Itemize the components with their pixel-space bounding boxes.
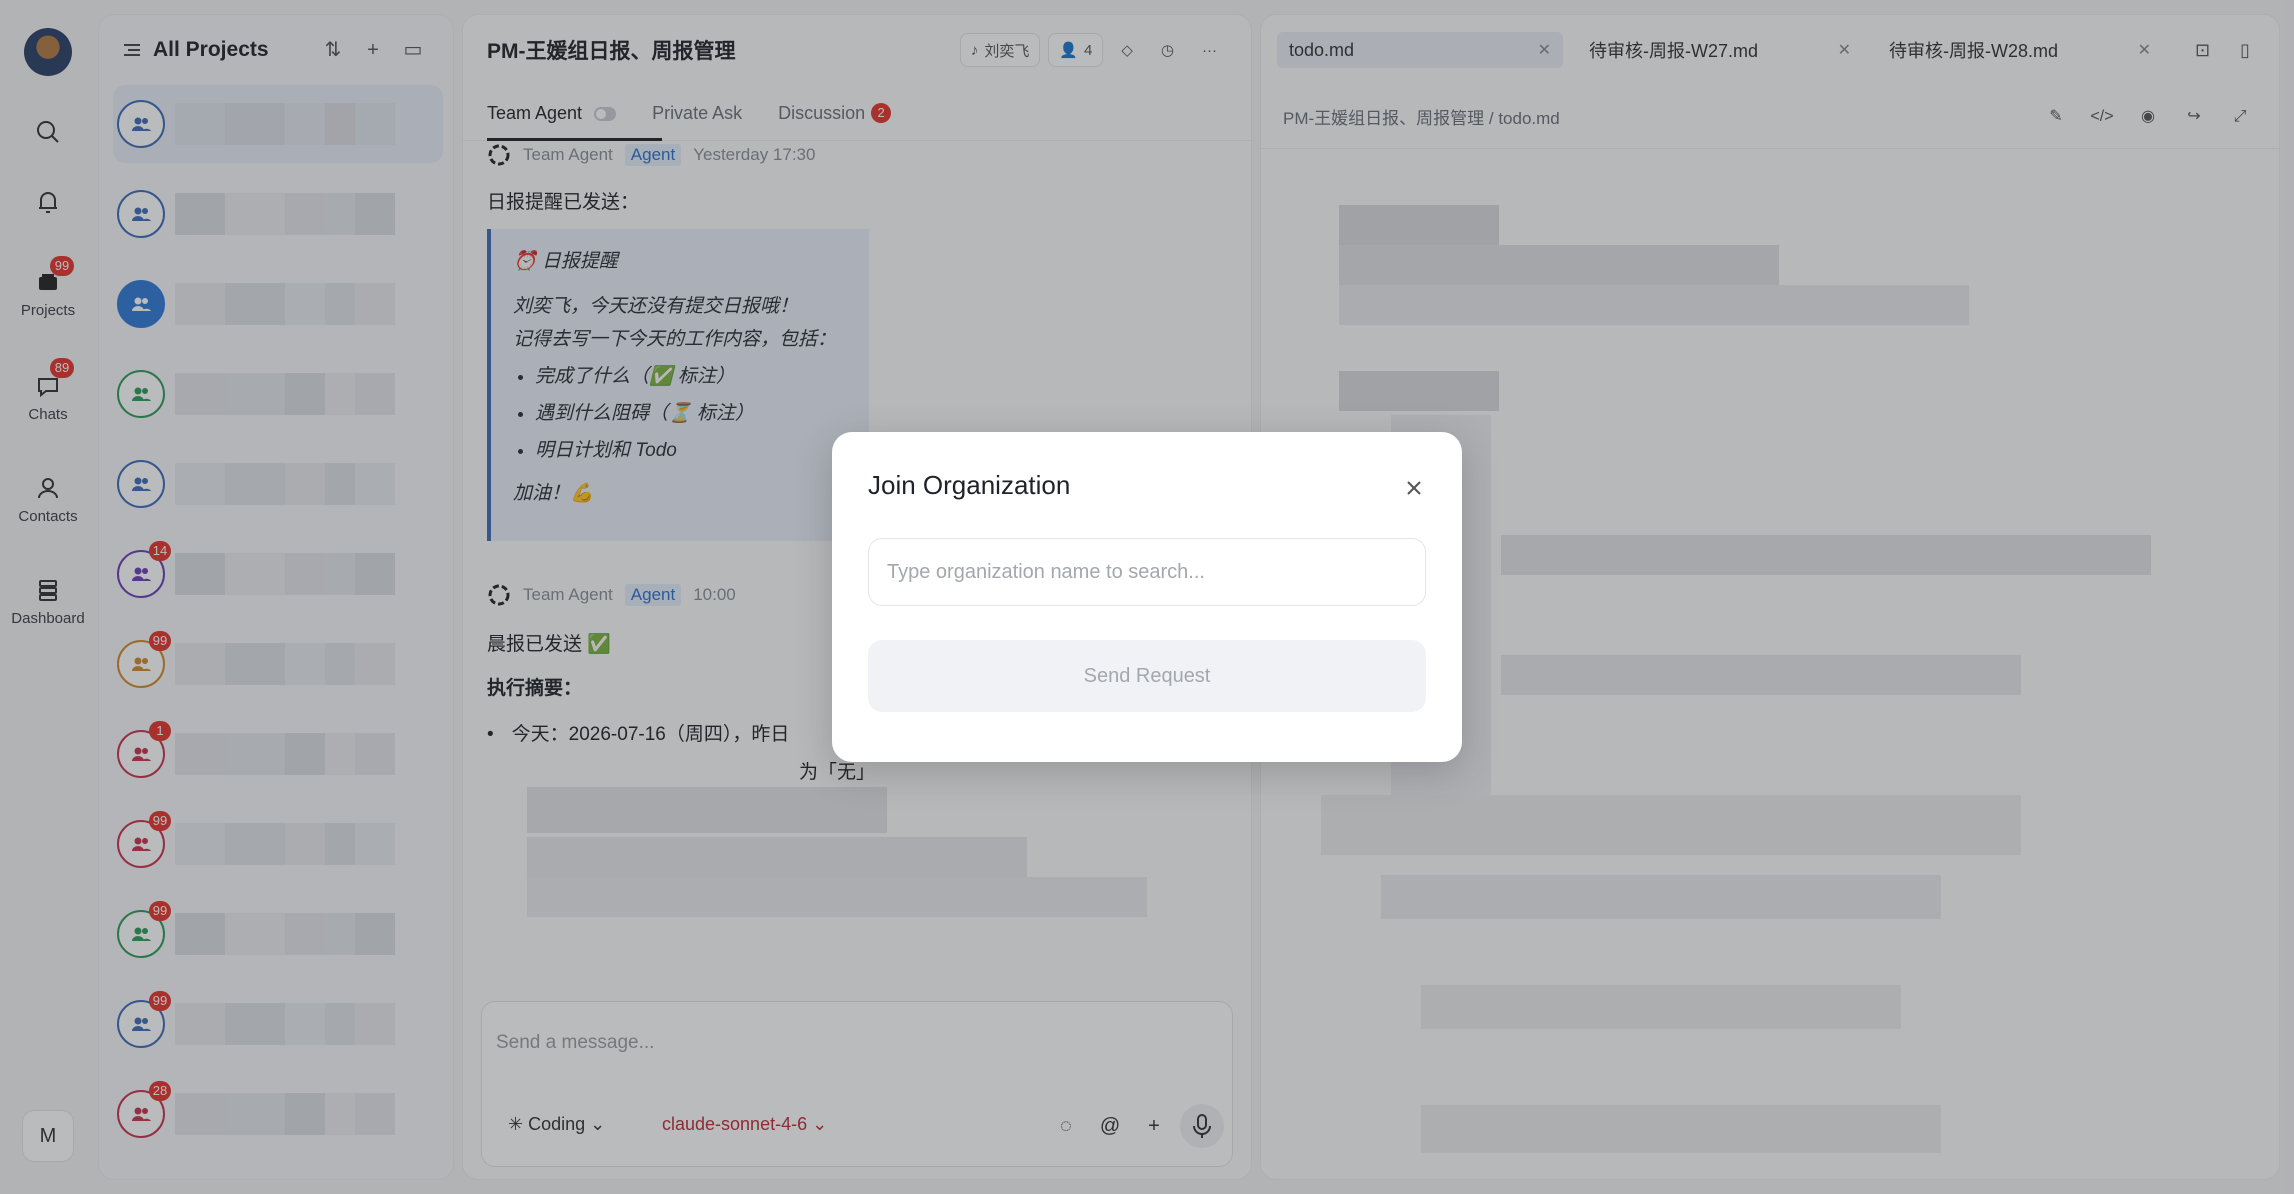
join-organization-dialog: Join Organization Send Request: [832, 432, 1462, 762]
close-icon[interactable]: [1398, 472, 1430, 504]
dialog-title: Join Organization: [868, 470, 1071, 500]
organization-search-input[interactable]: [868, 538, 1426, 606]
send-request-button[interactable]: Send Request: [868, 640, 1426, 712]
